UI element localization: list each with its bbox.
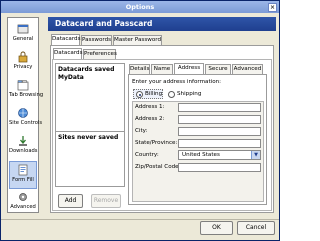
category-privacy[interactable]: Privacy: [9, 49, 37, 77]
category-label: General: [12, 36, 34, 42]
options-window: Options × General Privacy Tab Browsing S…: [0, 0, 280, 241]
window-title: Options: [125, 3, 155, 11]
list-item[interactable]: MyData: [58, 74, 84, 81]
state-label: State/Province:: [135, 140, 178, 146]
country-value: United States: [182, 152, 220, 158]
address-prompt: Enter your address information:: [132, 79, 222, 85]
tab-label: Advanced: [233, 66, 262, 72]
privacy-icon: [18, 51, 28, 63]
tab-label: Preferences: [84, 51, 117, 57]
tab-label: Address: [177, 65, 201, 71]
shipping-label: Shipping: [177, 91, 202, 97]
tab-address[interactable]: Address: [174, 63, 204, 74]
city-label: City:: [135, 128, 148, 134]
tab-label: Datacards: [54, 50, 83, 56]
country-select[interactable]: United States ▼: [178, 150, 261, 160]
tab-advanced[interactable]: Advanced: [232, 64, 263, 74]
close-icon: ×: [269, 3, 276, 11]
address1-label: Address 1:: [135, 104, 165, 110]
subtab-datacards[interactable]: Datacards: [53, 48, 83, 59]
sites-never-saved-title: Sites never saved: [58, 134, 119, 141]
cancel-button[interactable]: Cancel: [237, 221, 275, 235]
subtab-preferences[interactable]: Preferences: [83, 49, 117, 59]
title-bar: Options ×: [1, 1, 279, 13]
tab-details[interactable]: Details: [129, 64, 150, 74]
chevron-down-icon: ▼: [251, 151, 260, 159]
tab-label: Name: [153, 66, 171, 72]
page-title: Datacard and Passcard: [55, 19, 153, 28]
zip-label: Zip/Postal Code:: [135, 164, 181, 170]
advanced-icon: [19, 193, 27, 201]
button-label: Cancel: [245, 224, 267, 231]
tab-master-password[interactable]: Master Password: [113, 35, 162, 45]
category-label: Advanced: [10, 204, 36, 210]
category-label: Form Fill: [12, 177, 34, 183]
tab-label: Master Password: [114, 37, 162, 43]
category-label: Privacy: [13, 64, 33, 70]
remove-button[interactable]: Remove: [91, 194, 121, 208]
tab-label: Details: [130, 66, 150, 72]
category-site-controls[interactable]: Site Controls: [9, 105, 43, 133]
shipping-radio[interactable]: [168, 91, 175, 98]
address1-field[interactable]: [178, 103, 261, 112]
datacards-saved-title: Datacards saved: [58, 66, 115, 73]
add-button[interactable]: Add: [58, 194, 83, 208]
ok-button[interactable]: OK: [200, 221, 233, 235]
downloads-icon: [19, 136, 27, 146]
category-label: Downloads: [9, 148, 38, 154]
button-label: OK: [212, 224, 221, 231]
address2-label: Address 2:: [135, 116, 165, 122]
page-header: Datacard and Passcard: [48, 17, 276, 31]
close-button[interactable]: ×: [268, 2, 277, 12]
tab-datacards[interactable]: Datacards: [51, 34, 81, 45]
category-label: Site Controls: [9, 120, 43, 126]
address2-field[interactable]: [178, 115, 261, 124]
country-label: Country:: [135, 152, 159, 158]
tab-browsing-icon: [17, 80, 29, 91]
tab-passwords[interactable]: Passwords: [81, 35, 112, 45]
billing-radio-group[interactable]: Billing: [133, 89, 163, 99]
tab-label: Secure: [208, 66, 228, 72]
button-label: Remove: [93, 197, 119, 204]
button-label: Add: [64, 197, 77, 204]
category-downloads[interactable]: Downloads: [9, 133, 38, 161]
category-tab-browsing[interactable]: Tab Browsing: [9, 77, 44, 105]
tab-secure[interactable]: Secure: [205, 64, 231, 74]
category-advanced[interactable]: Advanced: [9, 189, 37, 217]
list-divider: [56, 131, 124, 132]
category-form-fill[interactable]: Form Fill: [9, 161, 37, 189]
billing-label: Billing: [145, 91, 163, 97]
form-fill-icon: [18, 164, 28, 176]
city-field[interactable]: [178, 127, 261, 136]
tab-name[interactable]: Name: [151, 64, 173, 74]
site-controls-icon: [18, 108, 28, 118]
datacards-list[interactable]: Datacards saved MyData Sites never saved: [55, 63, 125, 187]
category-label: Tab Browsing: [9, 92, 44, 98]
address-panel: Enter your address information: Billing …: [128, 74, 267, 205]
tab-label: Datacards: [52, 36, 81, 42]
divider: [1, 219, 279, 220]
billing-radio[interactable]: [136, 91, 143, 98]
general-icon: [17, 24, 29, 34]
state-field[interactable]: [178, 139, 261, 148]
zip-field[interactable]: [178, 163, 261, 172]
category-list: General Privacy Tab Browsing Site Contro…: [7, 17, 44, 213]
tab-label: Passwords: [82, 37, 112, 43]
category-general[interactable]: General: [9, 21, 37, 49]
